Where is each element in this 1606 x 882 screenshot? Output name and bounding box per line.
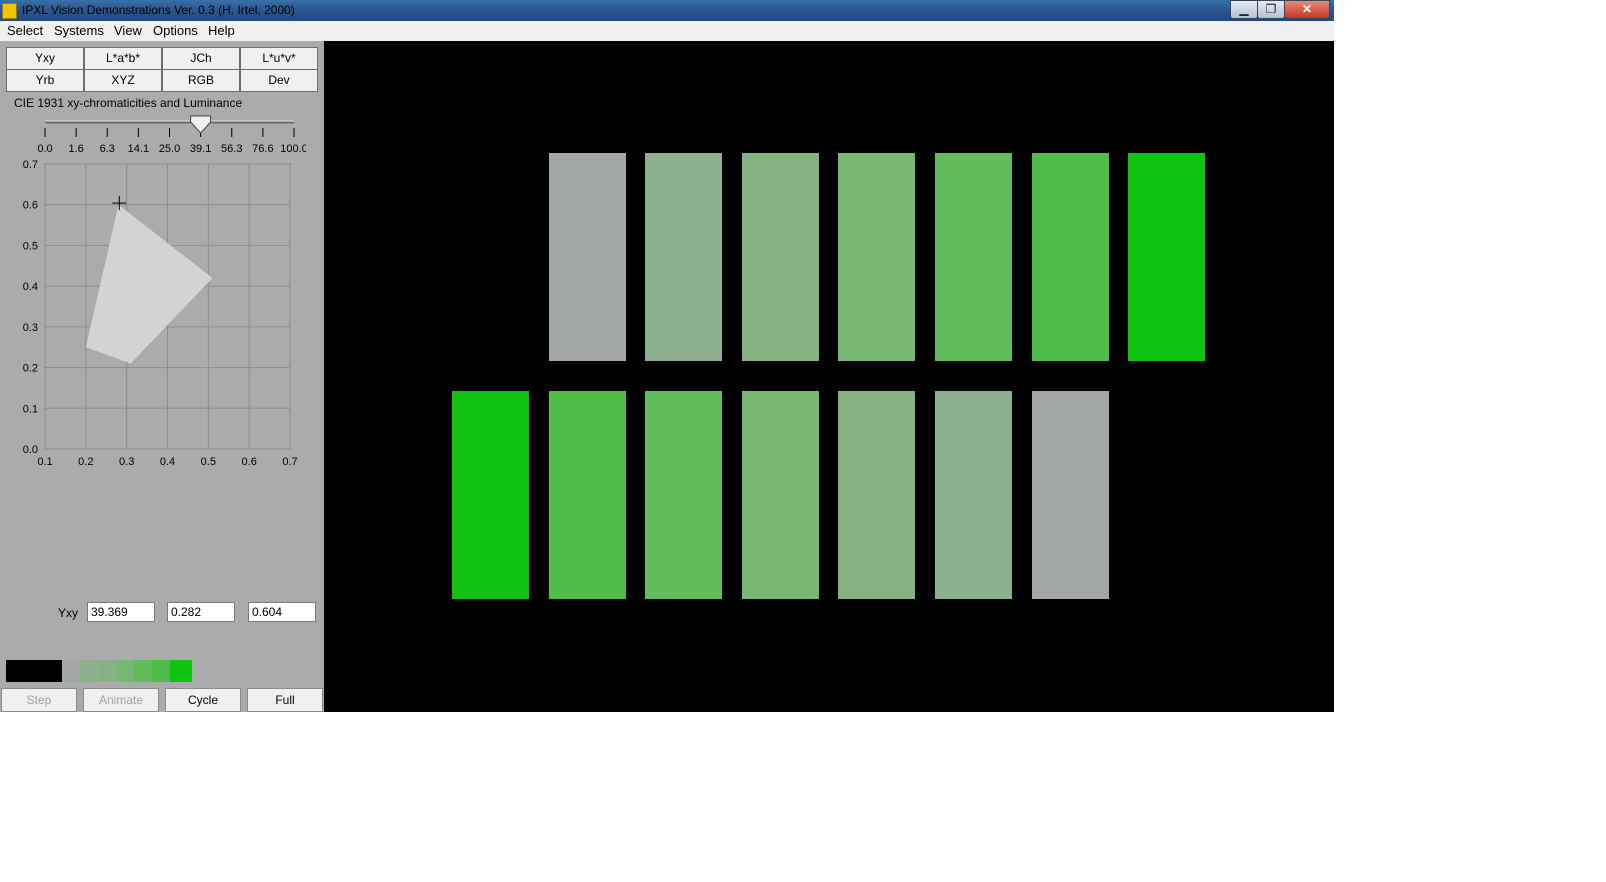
- coordinates-label: Yxy: [58, 606, 79, 620]
- full-button[interactable]: Full: [247, 688, 323, 712]
- palette-swatch[interactable]: [152, 660, 170, 682]
- system-luv-button[interactable]: L*u*v*: [240, 47, 318, 70]
- menu-bar: Select Systems View Options Help: [0, 21, 1334, 41]
- app-window: IPXL Vision Demonstrations Ver. 0.3 (H. …: [0, 0, 1334, 712]
- x-tick-label: 0.7: [282, 456, 297, 468]
- slider-tick-label: 14.1: [128, 143, 149, 155]
- system-rgb-button[interactable]: RGB: [162, 69, 240, 92]
- cycle-button[interactable]: Cycle: [165, 688, 241, 712]
- y-tick-label: 0.5: [23, 240, 38, 252]
- slider-tick-label: 0.0: [37, 143, 52, 155]
- system-dev-button[interactable]: Dev: [240, 69, 318, 92]
- x-tick-label: 0.1: [37, 456, 52, 468]
- display-stage: [324, 41, 1334, 712]
- palette-swatch[interactable]: [80, 660, 98, 682]
- slider-tick-label: 100.0: [280, 143, 306, 155]
- palette-swatch[interactable]: [98, 660, 116, 682]
- palette-swatch[interactable]: [62, 660, 80, 682]
- color-patch: [935, 391, 1012, 599]
- slider-tick-label: 6.3: [100, 143, 115, 155]
- system-jch-button[interactable]: JCh: [162, 47, 240, 70]
- luminance-slider[interactable]: 0.0 1.6 6.3 14.1 25.0 39.1 56.3 76.6 100.0: [36, 112, 306, 156]
- color-patch: [838, 153, 915, 361]
- y-tick-label: 0.3: [23, 322, 38, 334]
- palette-swatch[interactable]: [116, 660, 134, 682]
- slider-tick-label: 39.1: [190, 143, 211, 155]
- color-patch: [1128, 153, 1205, 361]
- slider-tick-label: 76.6: [252, 143, 273, 155]
- minimize-button[interactable]: ▁: [1230, 0, 1258, 19]
- color-patch: [742, 153, 819, 361]
- color-patch: [1032, 391, 1109, 599]
- menu-help[interactable]: Help: [208, 23, 235, 38]
- color-patch: [838, 391, 915, 599]
- color-palette: [6, 660, 192, 682]
- menu-select[interactable]: Select: [7, 23, 43, 38]
- x-tick-label: 0.4: [160, 456, 175, 468]
- crosshair-cursor[interactable]: [112, 196, 127, 211]
- palette-swatch[interactable]: [134, 660, 152, 682]
- app-icon: [2, 3, 17, 19]
- menu-view[interactable]: View: [114, 23, 142, 38]
- window-title: IPXL Vision Demonstrations Ver. 0.3 (H. …: [22, 3, 295, 17]
- panel-title: CIE 1931 xy-chromaticities and Luminance: [14, 96, 243, 110]
- maximize-button[interactable]: ❐: [1257, 0, 1285, 19]
- slider-tick-label: 25.0: [159, 143, 180, 155]
- x-tick-label: 0.2: [78, 456, 93, 468]
- y-tick-label: 0.0: [23, 444, 38, 456]
- chromaticity-diagram[interactable]: 0.1 0.2 0.3 0.4 0.5 0.6 0.7 0.00.10.20.30.40.5…: [14, 156, 314, 471]
- slider-thumb[interactable]: [190, 115, 212, 134]
- menu-systems[interactable]: Systems: [54, 23, 104, 38]
- step-button[interactable]: Step: [1, 688, 77, 712]
- chromaticity-y-field[interactable]: [248, 602, 316, 622]
- x-tick-label: 0.6: [242, 456, 257, 468]
- chromaticity-x-field[interactable]: [167, 602, 235, 622]
- title-bar[interactable]: IPXL Vision Demonstrations Ver. 0.3 (H. …: [0, 0, 1334, 21]
- system-yrb-button[interactable]: Yrb: [6, 69, 84, 92]
- system-yxy-button[interactable]: Yxy: [6, 47, 84, 70]
- gamut-triangle: [85, 204, 213, 364]
- palette-swatch[interactable]: [44, 660, 62, 682]
- x-tick-label: 0.5: [201, 456, 216, 468]
- color-patch: [549, 153, 626, 361]
- color-patch: [1032, 153, 1109, 361]
- system-xyz-button[interactable]: XYZ: [84, 69, 162, 92]
- palette-swatch[interactable]: [170, 660, 192, 682]
- palette-swatch[interactable]: [6, 660, 26, 682]
- color-patch: [645, 153, 722, 361]
- slider-tick-label: 1.6: [68, 143, 83, 155]
- y-tick-label: 0.7: [23, 159, 38, 171]
- y-tick-label: 0.4: [23, 281, 38, 293]
- color-patch: [742, 391, 819, 599]
- color-patch: [549, 391, 626, 599]
- menu-options[interactable]: Options: [153, 23, 198, 38]
- palette-swatch[interactable]: [26, 660, 44, 682]
- x-tick-label: 0.3: [119, 456, 134, 468]
- slider-tick-label: 56.3: [221, 143, 242, 155]
- luminance-Y-field[interactable]: [87, 602, 155, 622]
- color-patch: [645, 391, 722, 599]
- animate-button[interactable]: Animate: [83, 688, 159, 712]
- close-button[interactable]: ✕: [1284, 0, 1330, 19]
- color-patch: [452, 391, 529, 599]
- system-lab-button[interactable]: L*a*b*: [84, 47, 162, 70]
- y-tick-label: 0.2: [23, 363, 38, 375]
- y-tick-label: 0.6: [23, 200, 38, 212]
- color-patch: [935, 153, 1012, 361]
- y-tick-label: 0.1: [23, 403, 38, 415]
